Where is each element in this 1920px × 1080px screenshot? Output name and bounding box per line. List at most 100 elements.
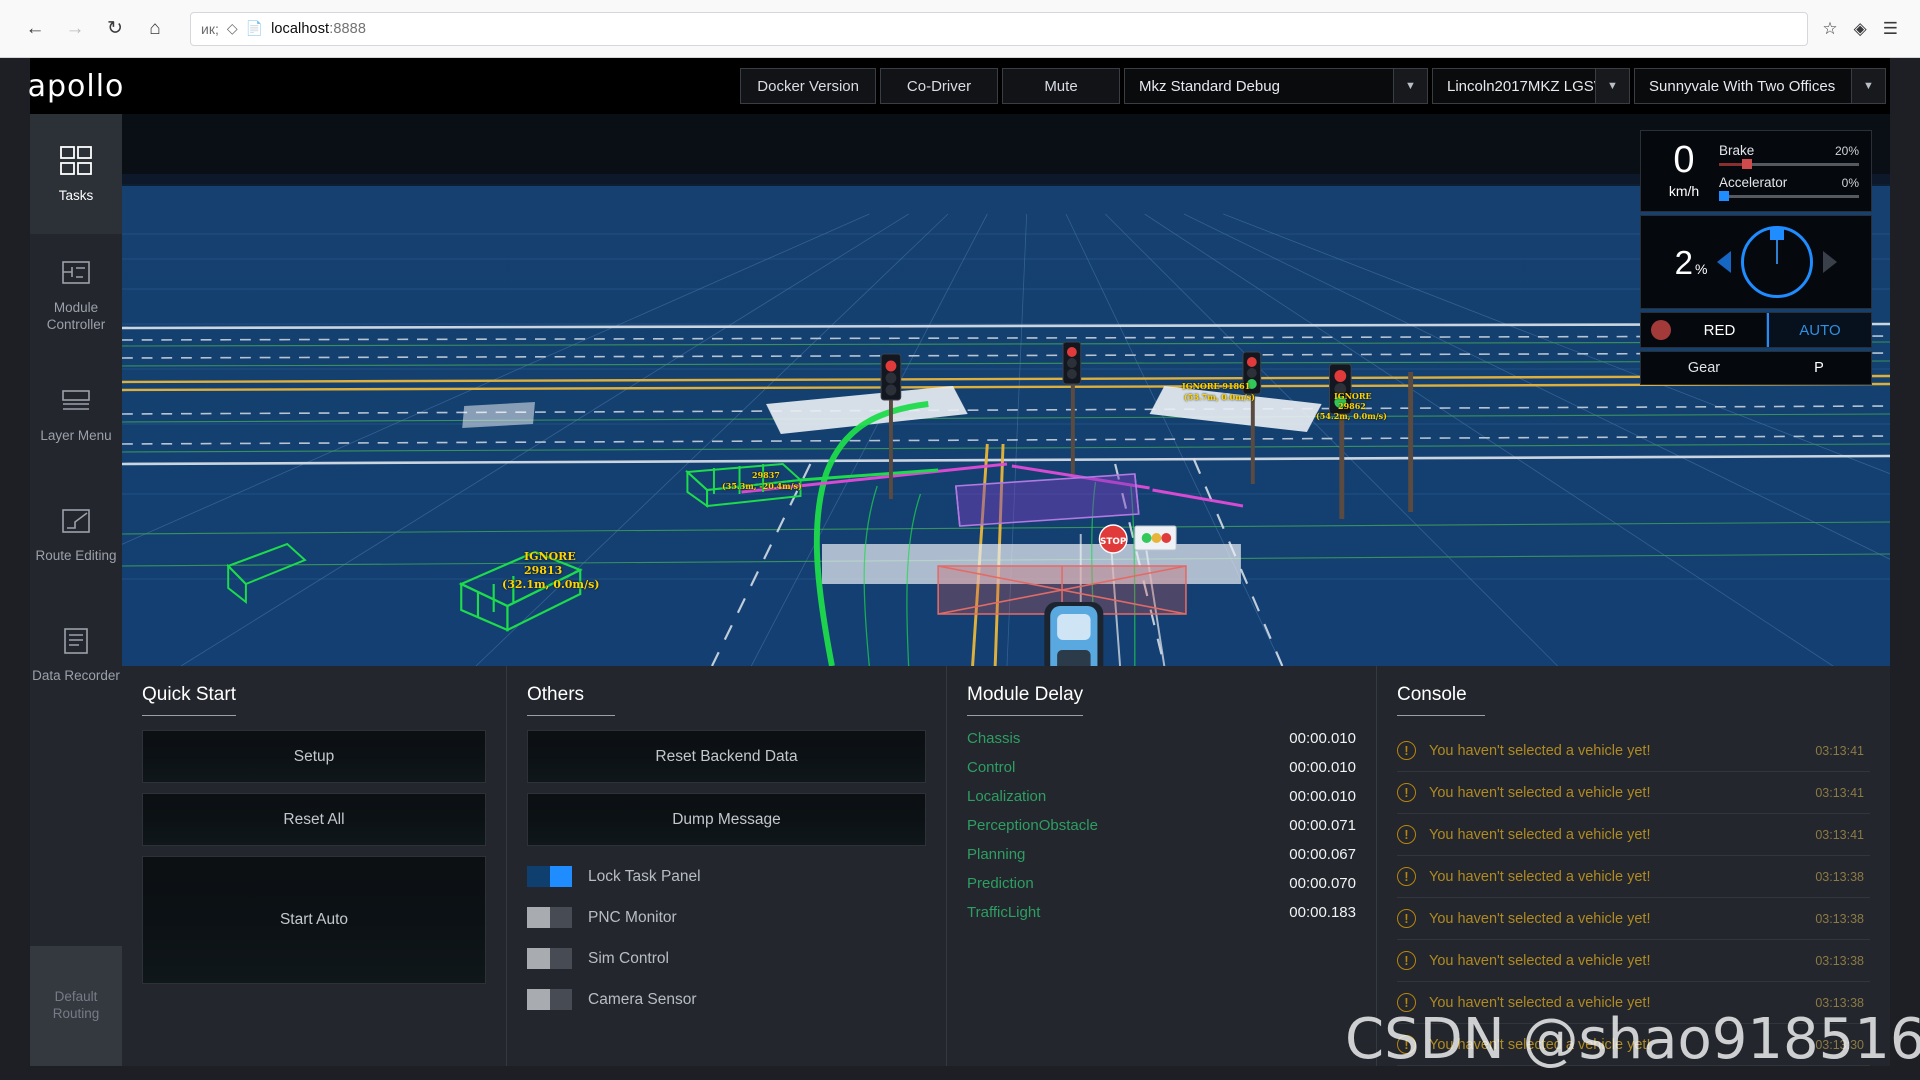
- hud-steering: 2%: [1640, 215, 1872, 309]
- toggle-label: Lock Task Panel: [588, 867, 701, 885]
- forward-arrow-icon[interactable]: →: [58, 12, 92, 46]
- hamburger-menu-icon[interactable]: ☰: [1883, 19, 1898, 39]
- obstacle-annotation: 29837: [752, 470, 780, 480]
- sidebar-item-module-controller[interactable]: Module Controller: [30, 234, 122, 354]
- sidebar-item-label: Default Routing: [52, 989, 100, 1021]
- toggle-sim-control[interactable]: Sim Control: [527, 938, 926, 979]
- drive-mode-badge: AUTO: [1767, 313, 1871, 347]
- chevron-down-icon[interactable]: ▼: [1595, 69, 1629, 103]
- pocket-icon[interactable]: ◈: [1854, 19, 1867, 39]
- reset-all-button[interactable]: Reset All: [142, 793, 486, 846]
- toggle-switch[interactable]: [527, 866, 572, 887]
- tracking-shield-icon[interactable]: ◇: [227, 20, 238, 37]
- delay-value: 00:00.010: [1289, 730, 1356, 747]
- sidebar-item-label: Layer Menu: [40, 428, 112, 444]
- console-message: You haven't selected a vehicle yet!: [1429, 1036, 1651, 1053]
- module-controller-icon: [56, 255, 96, 291]
- start-auto-button[interactable]: Start Auto: [142, 856, 486, 984]
- panel-title: Module Delay: [967, 684, 1084, 716]
- co-driver-button[interactable]: Co-Driver: [880, 68, 998, 104]
- delay-module-name: Localization: [967, 788, 1047, 805]
- accelerator-percent: 0%: [1841, 175, 1859, 190]
- browser-nav-buttons: ← → ↻ ⌂: [18, 12, 172, 46]
- warning-exclamation-icon: !: [1397, 825, 1416, 844]
- sidebar-item-label: Module Controller: [46, 299, 106, 332]
- home-icon[interactable]: ⌂: [138, 12, 172, 46]
- console-list[interactable]: ! You haven't selected a vehicle yet! 03…: [1397, 730, 1870, 1066]
- steering-wheel-icon: [1741, 226, 1814, 298]
- vehicle-value: Lincoln2017MKZ LGSVL: [1447, 77, 1613, 95]
- delay-value: 00:00.067: [1289, 846, 1356, 863]
- sidebar-item-default-routing[interactable]: Default Routing: [30, 946, 122, 1066]
- others-panel: Others Reset Backend Data Dump Message L…: [507, 666, 947, 1066]
- toggle-camera-sensor[interactable]: Camera Sensor: [527, 979, 926, 1020]
- warning-exclamation-icon: !: [1397, 951, 1416, 970]
- mute-button[interactable]: Mute: [1002, 68, 1120, 104]
- console-timestamp: 03:13:38: [1815, 995, 1864, 1010]
- sidebar-item-data-recorder[interactable]: Data Recorder: [30, 594, 122, 714]
- map-select[interactable]: Sunnyvale With Two Offices ▼: [1634, 68, 1886, 104]
- grid-icon: [56, 143, 96, 179]
- console-timestamp: 03:13:41: [1815, 785, 1864, 800]
- obstacle-annotation: 29813: [524, 564, 563, 577]
- apollo-logo: apollo: [28, 69, 124, 104]
- reload-icon[interactable]: ↻: [98, 12, 132, 46]
- toggle-switch[interactable]: [527, 989, 572, 1010]
- delay-row: PerceptionObstacle 00:00.071: [967, 817, 1356, 846]
- chevron-down-icon[interactable]: ▼: [1851, 69, 1885, 103]
- delay-module-name: Control: [967, 759, 1016, 776]
- docker-version-button[interactable]: Docker Version: [740, 68, 876, 104]
- route-editing-icon: [56, 503, 96, 539]
- map-value: Sunnyvale With Two Offices: [1649, 77, 1836, 95]
- speed-display: 0 km/h: [1653, 141, 1715, 199]
- console-row: ! You haven't selected a vehicle yet! 03…: [1397, 1024, 1870, 1066]
- dump-message-button[interactable]: Dump Message: [527, 793, 926, 846]
- reset-backend-data-button[interactable]: Reset Backend Data: [527, 730, 926, 783]
- setup-button[interactable]: Setup: [142, 730, 486, 783]
- url-host: localhost: [271, 20, 330, 37]
- sidebar-filler: [30, 714, 122, 946]
- brake-percent: 20%: [1834, 143, 1859, 158]
- address-bar[interactable]: ик; ◇ 📄 localhost:8888: [190, 11, 1809, 46]
- hud-gear-row: Gear P: [1640, 351, 1872, 385]
- delay-row: Prediction 00:00.070: [967, 875, 1356, 904]
- vehicle-select[interactable]: Lincoln2017MKZ LGSVL ▼: [1432, 68, 1630, 104]
- console-message: You haven't selected a vehicle yet!: [1429, 784, 1651, 801]
- delay-module-name: PerceptionObstacle: [967, 817, 1098, 834]
- console-timestamp: 03:13:41: [1815, 827, 1864, 842]
- delay-module-name: Planning: [967, 846, 1026, 863]
- obstacle-annotation: IGNORE 91861: [1182, 381, 1251, 391]
- toggle-pnc-monitor[interactable]: PNC Monitor: [527, 897, 926, 938]
- delay-module-name: TrafficLight: [967, 904, 1041, 921]
- sidebar-item-route-editing[interactable]: Route Editing: [30, 474, 122, 594]
- page-icon: 📄: [245, 20, 264, 36]
- back-arrow-icon[interactable]: ←: [18, 12, 52, 46]
- simulation-scene[interactable]: STOP IGNORE 29813 (32.1m, 0.0m/s) 29837 …: [122, 114, 1890, 666]
- traffic-signal-status: RED: [1641, 313, 1767, 347]
- toggle-switch[interactable]: [527, 948, 572, 969]
- brake-bar: [1719, 159, 1859, 169]
- svg-text:STOP: STOP: [1100, 537, 1127, 547]
- turn-left-arrow-icon: [1717, 251, 1732, 273]
- browser-toolbar: ← → ↻ ⌂ ик; ◇ 📄 localhost:8888 ☆ ◈ ☰: [0, 0, 1920, 58]
- sidebar-item-tasks[interactable]: Tasks: [30, 114, 122, 234]
- console-message: You haven't selected a vehicle yet!: [1429, 910, 1651, 927]
- star-icon[interactable]: ☆: [1822, 19, 1837, 39]
- warning-exclamation-icon: !: [1397, 783, 1416, 802]
- delay-value: 00:00.071: [1289, 817, 1356, 834]
- panel-title: Quick Start: [142, 684, 236, 716]
- toggle-switch[interactable]: [527, 907, 572, 928]
- sidebar-item-layer-menu[interactable]: Layer Menu: [30, 354, 122, 474]
- delay-value: 00:00.183: [1289, 904, 1356, 921]
- debug-mode-select[interactable]: Mkz Standard Debug ▼: [1124, 68, 1428, 104]
- chevron-down-icon[interactable]: ▼: [1393, 69, 1427, 103]
- warning-exclamation-icon: !: [1397, 909, 1416, 928]
- console-message: You haven't selected a vehicle yet!: [1429, 868, 1651, 885]
- delay-module-name: Prediction: [967, 875, 1034, 892]
- app-body: Tasks Module Controller Layer Menu Route…: [30, 114, 1890, 1066]
- warning-exclamation-icon: !: [1397, 993, 1416, 1012]
- panel-title: Console: [1397, 684, 1485, 716]
- delay-row: Chassis 00:00.010: [967, 730, 1356, 759]
- toggle-lock-task-panel[interactable]: Lock Task Panel: [527, 856, 926, 897]
- console-row: ! You haven't selected a vehicle yet! 03…: [1397, 814, 1870, 856]
